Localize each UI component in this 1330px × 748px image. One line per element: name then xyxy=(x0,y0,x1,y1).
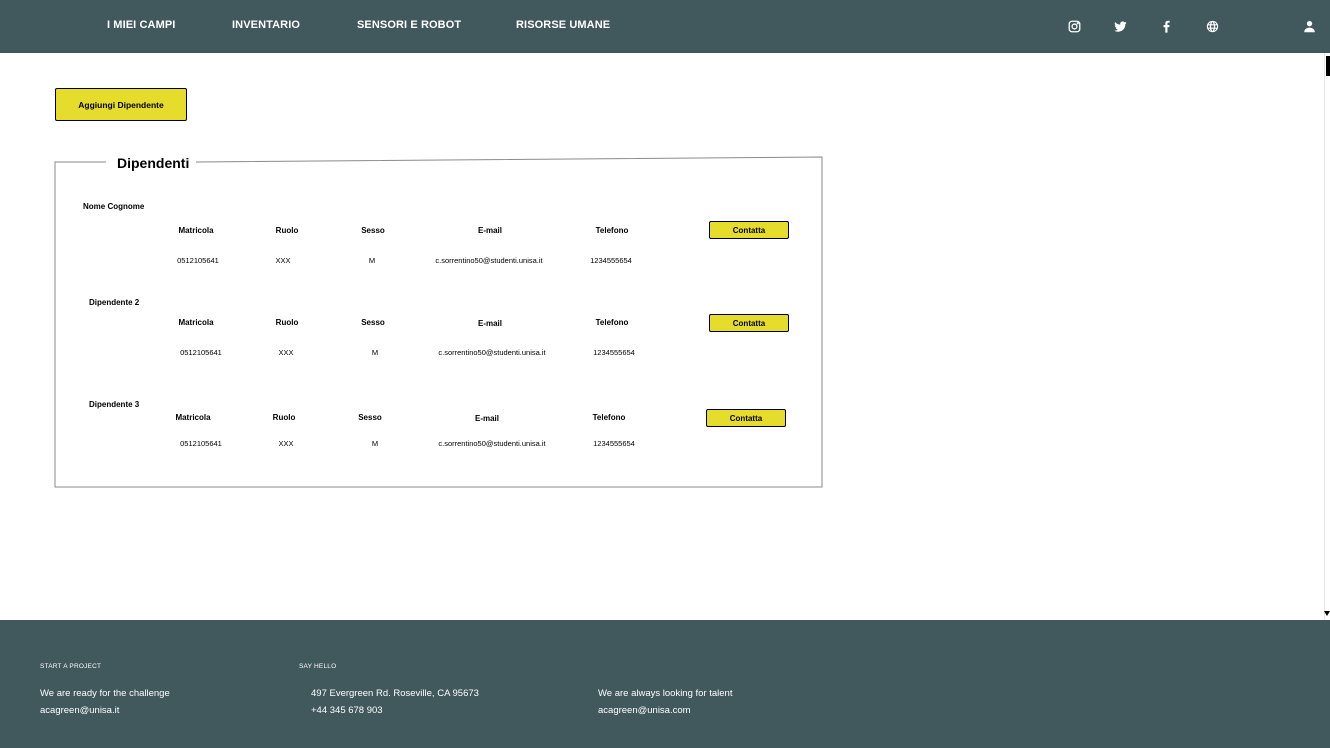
column-header-telefono: Telefono xyxy=(595,318,629,327)
column-header-email: E-mail xyxy=(474,414,500,423)
cell-matricola: 0512105641 xyxy=(180,348,222,357)
cell-sesso: M xyxy=(371,348,379,357)
column-header-sesso: Sesso xyxy=(358,413,382,422)
column-header-ruolo: Ruolo xyxy=(275,226,299,235)
cell-email: c.sorrentino50@studenti.unisa.it xyxy=(438,348,546,357)
footer-text: We are ready for the challenge xyxy=(40,688,170,699)
panel-title: Dipendenti xyxy=(115,155,192,171)
footer-heading-say-hello: SAY HELLO xyxy=(299,663,337,670)
footer-text: We are always looking for talent xyxy=(598,688,733,699)
footer-email-link[interactable]: acagreen@unisa.it xyxy=(40,705,119,716)
scrollbar-thumb[interactable] xyxy=(1326,56,1330,76)
cell-telefono: 1234555654 xyxy=(590,256,632,265)
nav-item-human-resources[interactable]: RISORSE UMANE xyxy=(516,19,610,31)
contact-button[interactable]: Contatta xyxy=(709,314,789,332)
scrollbar[interactable] xyxy=(1324,53,1330,620)
column-header-matricola: Matricola xyxy=(178,318,214,327)
contact-button[interactable]: Contatta xyxy=(709,221,789,239)
cell-telefono: 1234555654 xyxy=(593,439,635,448)
add-employee-button[interactable]: Aggiungi Dipendente xyxy=(55,88,187,121)
employee-name: Dipendente 2 xyxy=(89,298,140,307)
cell-ruolo: XXX xyxy=(275,256,291,265)
cell-sesso: M xyxy=(371,439,379,448)
top-navigation-bar: I MIEI CAMPI INVENTARIO SENSORI E ROBOT … xyxy=(0,0,1330,53)
column-header-sesso: Sesso xyxy=(361,318,385,327)
cell-ruolo: XXX xyxy=(278,348,294,357)
contact-button[interactable]: Contatta xyxy=(706,409,786,427)
cell-matricola: 0512105641 xyxy=(180,439,222,448)
facebook-icon[interactable] xyxy=(1158,18,1174,34)
footer-heading-start-project: START A PROJECT xyxy=(40,663,102,670)
cell-telefono: 1234555654 xyxy=(593,348,635,357)
footer-email-link[interactable]: acagreen@unisa.com xyxy=(598,705,691,716)
cell-matricola: 0512105641 xyxy=(177,256,219,265)
nav-item-my-fields[interactable]: I MIEI CAMPI xyxy=(107,19,175,31)
twitter-icon[interactable] xyxy=(1112,18,1128,34)
column-header-ruolo: Ruolo xyxy=(275,318,299,327)
column-header-matricola: Matricola xyxy=(175,413,211,422)
column-header-email: E-mail xyxy=(477,319,503,328)
cell-email: c.sorrentino50@studenti.unisa.it xyxy=(435,256,543,265)
cell-sesso: M xyxy=(368,256,376,265)
footer-address: 497 Evergreen Rd. Roseville, CA 95673 xyxy=(311,688,479,699)
cell-email: c.sorrentino50@studenti.unisa.it xyxy=(438,439,546,448)
globe-icon[interactable] xyxy=(1204,18,1220,34)
footer-phone[interactable]: +44 345 678 903 xyxy=(311,705,383,716)
employee-name: Dipendente 3 xyxy=(89,400,140,409)
user-icon[interactable] xyxy=(1301,18,1317,34)
column-header-telefono: Telefono xyxy=(592,413,626,422)
instagram-icon[interactable] xyxy=(1066,18,1082,34)
footer: START A PROJECT We are ready for the cha… xyxy=(0,620,1330,748)
column-header-matricola: Matricola xyxy=(178,226,214,235)
main-content xyxy=(0,53,1330,620)
nav-item-sensors-robots[interactable]: SENSORI E ROBOT xyxy=(357,19,461,31)
employee-name: Nome Cognome xyxy=(83,202,145,211)
nav-item-inventory[interactable]: INVENTARIO xyxy=(232,19,300,31)
column-header-email: E-mail xyxy=(477,226,503,235)
column-header-telefono: Telefono xyxy=(595,226,629,235)
cell-ruolo: XXX xyxy=(278,439,294,448)
column-header-sesso: Sesso xyxy=(361,226,385,235)
column-header-ruolo: Ruolo xyxy=(272,413,296,422)
scroll-down-arrow-icon[interactable] xyxy=(1324,611,1330,616)
